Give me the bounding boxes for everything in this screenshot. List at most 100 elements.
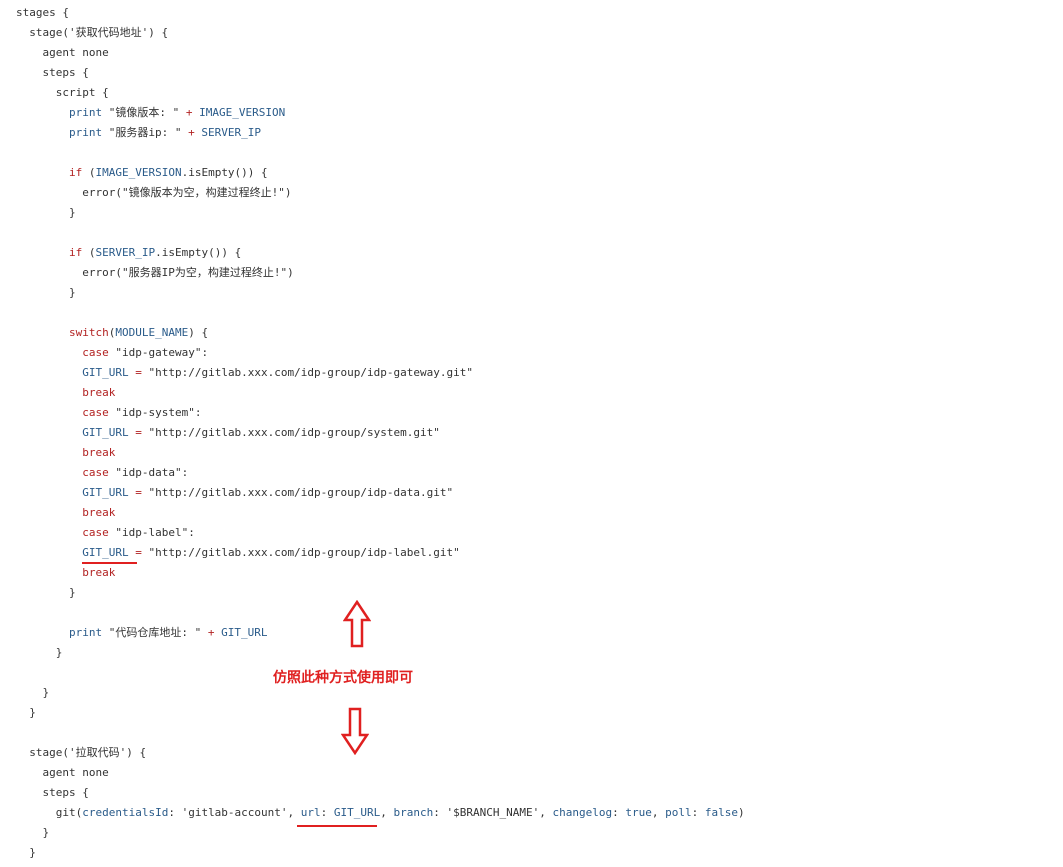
code-token: "代码仓库地址: ": [102, 626, 208, 639]
code-line: print "代码仓库地址: " + GIT_URL: [16, 623, 745, 643]
code-token: (: [82, 166, 96, 179]
code-token: print: [68, 626, 103, 639]
code-token: }: [16, 686, 50, 699]
code-token: +: [188, 126, 195, 139]
code-line: stage('获取代码地址') {: [16, 23, 745, 43]
code-token: false: [704, 806, 738, 819]
code-token: case: [82, 526, 109, 539]
code-token: script {: [16, 86, 109, 99]
giturl-underline: [82, 562, 137, 564]
code-token: steps {: [16, 786, 89, 799]
code-line: if (IMAGE_VERSION.isEmpty()) {: [16, 163, 745, 183]
code-token: :: [612, 806, 626, 819]
code-token: stage('获取代码地址') {: [16, 26, 169, 39]
code-token: }: [16, 206, 76, 219]
code-token: print: [68, 126, 103, 139]
code-line: }: [16, 203, 745, 223]
annotation-note: 仿照此种方式使用即可: [273, 670, 413, 686]
code-token: GIT_URL: [82, 426, 129, 439]
code-token: print: [68, 106, 103, 119]
code-token: case: [82, 346, 109, 359]
code-line: steps {: [16, 783, 745, 803]
code-token: "http://gitlab.xxx.com/idp-group/idp-dat…: [148, 486, 454, 499]
code-token: true: [625, 806, 652, 819]
code-token: (: [82, 246, 96, 259]
url-param-underline: [297, 825, 377, 827]
code-token: }: [16, 706, 36, 719]
code-token: break: [82, 566, 116, 579]
code-token: credentialsId: [82, 806, 169, 819]
code-line: GIT_URL = "http://gitlab.xxx.com/idp-gro…: [16, 483, 745, 503]
code-token: : 'gitlab-account',: [168, 806, 301, 819]
code-token: "镜像版本: ": [102, 106, 186, 119]
code-line: GIT_URL = "http://gitlab.xxx.com/idp-gro…: [16, 363, 745, 383]
code-token: if: [68, 166, 83, 179]
code-line: print "服务器ip: " + SERVER_IP: [16, 123, 745, 143]
code-token: GIT_URL: [214, 626, 268, 639]
code-token: error("镜像版本为空，构建过程终止!"): [16, 186, 292, 199]
code-token: }: [16, 646, 63, 659]
code-token: GIT_URL: [82, 486, 129, 499]
code-block: stages { stage('获取代码地址') { agent none st…: [16, 3, 745, 863]
code-token: GIT_URL: [82, 366, 129, 379]
code-token: }: [16, 586, 76, 599]
code-line: }: [16, 643, 745, 663]
code-line: error("服务器IP为空，构建过程终止!"): [16, 263, 745, 283]
code-token: case: [82, 406, 109, 419]
code-token: GIT_URL: [82, 546, 129, 559]
code-token: url: [300, 806, 321, 819]
code-token: "idp-gateway":: [108, 346, 209, 359]
code-line: break: [16, 383, 745, 403]
code-token: IMAGE_VERSION: [192, 106, 286, 119]
code-token: "idp-label":: [108, 526, 195, 539]
code-line: }: [16, 823, 745, 843]
code-token: SERVER_IP: [194, 126, 261, 139]
code-token: MODULE_NAME: [115, 326, 189, 339]
code-token: agent none: [16, 46, 109, 59]
code-token: GIT_URL: [333, 806, 381, 819]
code-token: ): [737, 806, 745, 819]
code-line: error("镜像版本为空，构建过程终止!"): [16, 183, 745, 203]
code-token: agent none: [16, 766, 109, 779]
code-token: break: [82, 446, 116, 459]
code-token: ,: [651, 806, 666, 819]
code-line: agent none: [16, 43, 745, 63]
code-line: if (SERVER_IP.isEmpty()) {: [16, 243, 745, 263]
code-token: "http://gitlab.xxx.com/idp-group/idp-gat…: [148, 366, 473, 379]
code-line: case "idp-label":: [16, 523, 745, 543]
code-token: switch: [68, 326, 109, 339]
code-token: =: [128, 486, 149, 499]
code-token: "服务器ip: ": [102, 126, 189, 139]
code-line: git(credentialsId: 'gitlab-account', url…: [16, 803, 745, 823]
code-line: }: [16, 843, 745, 863]
code-line: case "idp-gateway":: [16, 343, 745, 363]
code-token: =: [128, 546, 149, 559]
code-token: :: [320, 806, 334, 819]
code-line: script {: [16, 83, 745, 103]
code-line: agent none: [16, 763, 745, 783]
code-token: }: [16, 286, 76, 299]
code-line: switch(MODULE_NAME) {: [16, 323, 745, 343]
code-token: case: [82, 466, 109, 479]
code-token: git(: [16, 806, 83, 819]
code-line: case "idp-system":: [16, 403, 745, 423]
code-token: stages {: [16, 6, 69, 19]
code-line: case "idp-data":: [16, 463, 745, 483]
code-line: }: [16, 283, 745, 303]
